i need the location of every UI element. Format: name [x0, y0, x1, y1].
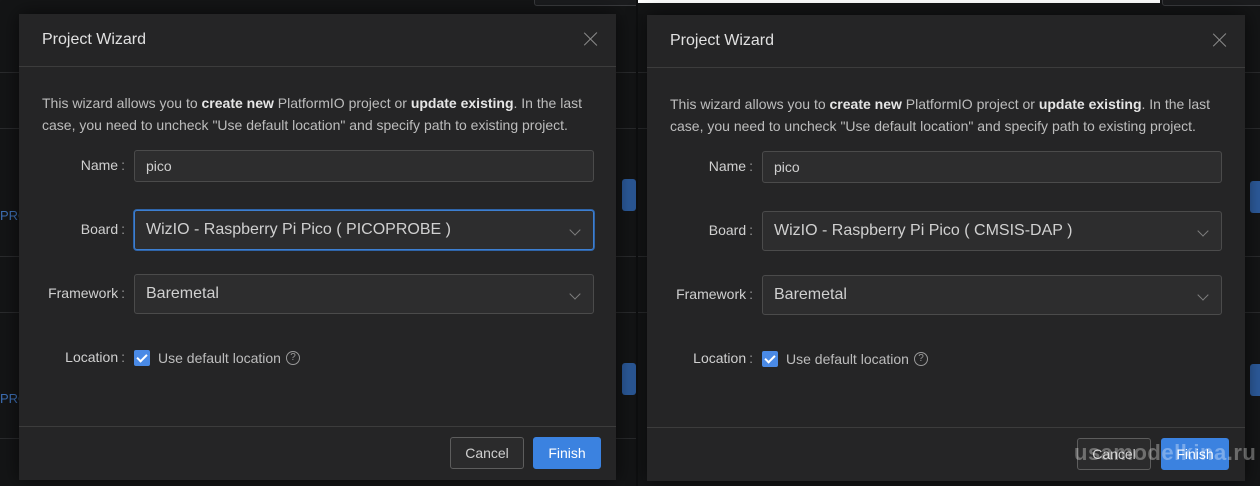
description-text: PlatformIO project or [901, 96, 1039, 112]
name-input[interactable]: pico [762, 151, 1222, 183]
background-button [622, 179, 636, 211]
board-select[interactable]: WizIO - Raspberry Pi Pico ( CMSIS-DAP ) [762, 211, 1222, 251]
description-bold: update existing [410, 95, 514, 111]
location-label: Location [19, 349, 125, 365]
chevron-down-icon [569, 224, 581, 236]
board-select-value: WizIO - Raspberry Pi Pico ( PICOPROBE ) [146, 221, 451, 238]
framework-label: Framework [19, 285, 125, 301]
watermark-text: usamodelkina.ru [1074, 440, 1257, 465]
dialog-title: Project Wizard [670, 32, 775, 49]
background-button [1250, 181, 1260, 213]
dialog-footer: Cancel Finish [19, 426, 616, 480]
chevron-down-icon [569, 288, 581, 300]
project-wizard-dialog: Project Wizard This wizard allows you to… [19, 14, 616, 480]
description-text: This wizard allows you to [670, 96, 830, 112]
board-label: Board [647, 222, 753, 238]
framework-label: Framework [647, 286, 753, 302]
finish-button[interactable]: Finish [533, 437, 601, 469]
board-label: Board [19, 221, 125, 237]
background-top-box [1162, 0, 1260, 6]
location-label: Location [647, 350, 753, 366]
background-button [1250, 364, 1260, 396]
name-label: Name [647, 158, 753, 174]
description-bold: update existing [1038, 96, 1142, 112]
name-label: Name [19, 157, 125, 173]
wizard-description: This wizard allows you to create new Pla… [42, 92, 602, 136]
background-top-box [534, 0, 636, 6]
use-default-location-label: Use default location [786, 351, 909, 367]
chevron-down-icon [1197, 225, 1209, 237]
help-icon[interactable]: ? [286, 351, 300, 365]
description-bold: create new [201, 95, 274, 111]
framework-select-value: Baremetal [774, 286, 847, 303]
close-icon[interactable] [583, 31, 599, 47]
use-default-location-row: Use default location ? [134, 349, 314, 367]
framework-select-value: Baremetal [146, 285, 219, 302]
close-icon[interactable] [1212, 32, 1228, 48]
dialog-header: Project Wizard [19, 14, 616, 67]
help-icon[interactable]: ? [914, 352, 928, 366]
use-default-location-label: Use default location [158, 350, 281, 366]
dialog-header: Project Wizard [647, 15, 1245, 68]
description-text: This wizard allows you to [42, 95, 202, 111]
framework-select[interactable]: Baremetal [134, 274, 594, 314]
cancel-button[interactable]: Cancel [450, 437, 524, 469]
board-select[interactable]: WizIO - Raspberry Pi Pico ( PICOPROBE ) [134, 210, 594, 250]
chevron-down-icon [1197, 289, 1209, 301]
framework-select[interactable]: Baremetal [762, 275, 1222, 315]
use-default-location-checkbox[interactable] [762, 351, 778, 367]
description-bold: create new [829, 96, 902, 112]
board-select-value: WizIO - Raspberry Pi Pico ( CMSIS-DAP ) [774, 222, 1073, 239]
project-wizard-dialog: Project Wizard This wizard allows you to… [647, 15, 1245, 481]
name-input[interactable]: pico [134, 150, 594, 182]
description-text: PlatformIO project or [273, 95, 411, 111]
use-default-location-checkbox[interactable] [134, 350, 150, 366]
white-top-strip [638, 0, 1160, 3]
background-button [622, 363, 636, 395]
use-default-location-row: Use default location ? [762, 350, 942, 368]
dialog-title: Project Wizard [42, 31, 147, 48]
wizard-description: This wizard allows you to create new Pla… [670, 93, 1230, 137]
